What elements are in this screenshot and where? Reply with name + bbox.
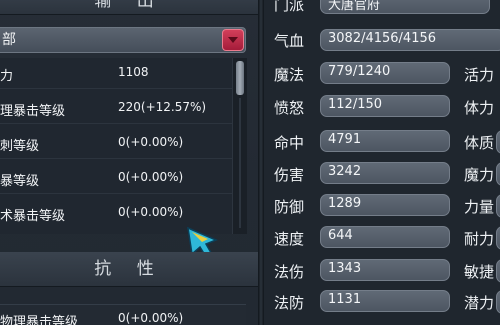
hp-value-box: 3082/4156/4156	[320, 29, 500, 51]
attr-value-box: 1289	[320, 194, 450, 216]
stat-name: 力	[0, 69, 14, 84]
hp-label: 气血	[274, 32, 305, 50]
attr-label: 命中	[274, 134, 305, 152]
character-attributes-window: 输 出 部 力 1108 理暴击等级 220(+12.57%) 刺等级 0(+0…	[0, 0, 500, 325]
attr-point-box	[496, 162, 500, 186]
sect-value-box: 大唐官府	[320, 0, 490, 14]
attr-value: 112/150	[328, 97, 383, 112]
attr-label-secondary: 力量	[464, 198, 495, 216]
attr-value-box: 112/150	[320, 95, 450, 117]
attr-value-box: 4791	[320, 130, 450, 152]
attr-label: 法防	[274, 294, 305, 312]
attr-point-box	[496, 290, 500, 314]
stat-value: 1108	[118, 65, 149, 79]
sect-value: 大唐官府	[328, 0, 381, 13]
dropdown-selected-label: 部	[2, 32, 16, 48]
stat-name: 术暴击等级	[0, 209, 66, 224]
attr-point-box	[496, 130, 500, 154]
attr-label-secondary: 体力	[464, 99, 495, 117]
attr-label: 防御	[274, 198, 305, 216]
stat-value: 0(+0.00%)	[118, 205, 184, 219]
attr-label: 魔法	[274, 66, 305, 84]
attr-value: 644	[328, 228, 353, 243]
base-attributes-panel: 门派 大唐官府 气血 3082/4156/4156 魔法 779/1240 活力…	[264, 0, 500, 325]
stat-row: 术暴击等级 0(+0.00%)	[0, 198, 232, 228]
attr-point-box	[496, 259, 500, 283]
attr-value-box: 779/1240	[320, 62, 450, 84]
attr-value-box: 644	[320, 226, 450, 248]
attr-label-secondary: 活力	[464, 66, 495, 84]
stat-value: 0(+0.00%)	[118, 311, 184, 325]
category-dropdown[interactable]: 部	[0, 27, 246, 53]
attr-value-box: 1343	[320, 259, 450, 281]
stat-value: 0(+0.00%)	[118, 135, 184, 149]
attr-label-secondary: 耐力	[464, 230, 495, 248]
hp-value: 3082/4156/4156	[328, 31, 437, 46]
attr-label-secondary: 潜力	[464, 294, 495, 312]
attr-label: 速度	[274, 230, 305, 248]
attr-label: 愤怒	[274, 99, 305, 117]
detail-stats-panel: 输 出 部 力 1108 理暴击等级 220(+12.57%) 刺等级 0(+0…	[0, 0, 258, 325]
resist-stat-row: 物理暴击等级 0(+0.00%)	[0, 304, 246, 325]
attr-value: 1131	[328, 292, 362, 307]
attr-value-box: 1131	[320, 290, 450, 312]
attr-label-secondary: 体质	[464, 134, 495, 152]
stat-row: 理暴击等级 220(+12.57%)	[0, 93, 232, 124]
attr-label-secondary: 魔力	[464, 166, 495, 184]
stat-value: 220(+12.57%)	[118, 100, 207, 114]
attr-point-box	[496, 226, 500, 250]
attr-value: 4791	[328, 132, 362, 147]
attr-label-secondary: 敏捷	[464, 263, 495, 281]
sect-label: 门派	[274, 0, 305, 14]
attr-value: 1343	[328, 261, 362, 276]
attr-label: 伤害	[274, 166, 305, 184]
attr-value-box: 3242	[320, 162, 450, 184]
stats-scrollbar[interactable]	[232, 58, 247, 234]
scrollbar-thumb[interactable]	[236, 61, 244, 95]
attr-value: 1289	[328, 196, 362, 211]
attr-value: 779/1240	[328, 64, 391, 79]
attr-point-box	[496, 194, 500, 218]
output-section-header: 输 出	[0, 0, 258, 15]
dropdown-toggle-button[interactable]	[222, 29, 244, 51]
stat-name: 物理暴击等级	[0, 315, 79, 325]
stat-row: 暴等级 0(+0.00%)	[0, 163, 232, 194]
stat-name: 理暴击等级	[0, 104, 66, 119]
stat-name: 暴等级	[0, 174, 40, 189]
stat-name: 刺等级	[0, 139, 40, 154]
chevron-down-icon	[228, 37, 238, 43]
attr-label: 法伤	[274, 263, 305, 281]
scrollbar-track	[239, 98, 241, 228]
resist-section-header: 抗 性	[0, 252, 258, 287]
output-stats-list: 力 1108 理暴击等级 220(+12.57%) 刺等级 0(+0.00%) …	[0, 58, 232, 234]
stat-value: 0(+0.00%)	[118, 170, 184, 184]
stat-row: 力 1108	[0, 58, 232, 89]
attr-value: 3242	[328, 164, 362, 179]
stat-row: 刺等级 0(+0.00%)	[0, 128, 232, 159]
